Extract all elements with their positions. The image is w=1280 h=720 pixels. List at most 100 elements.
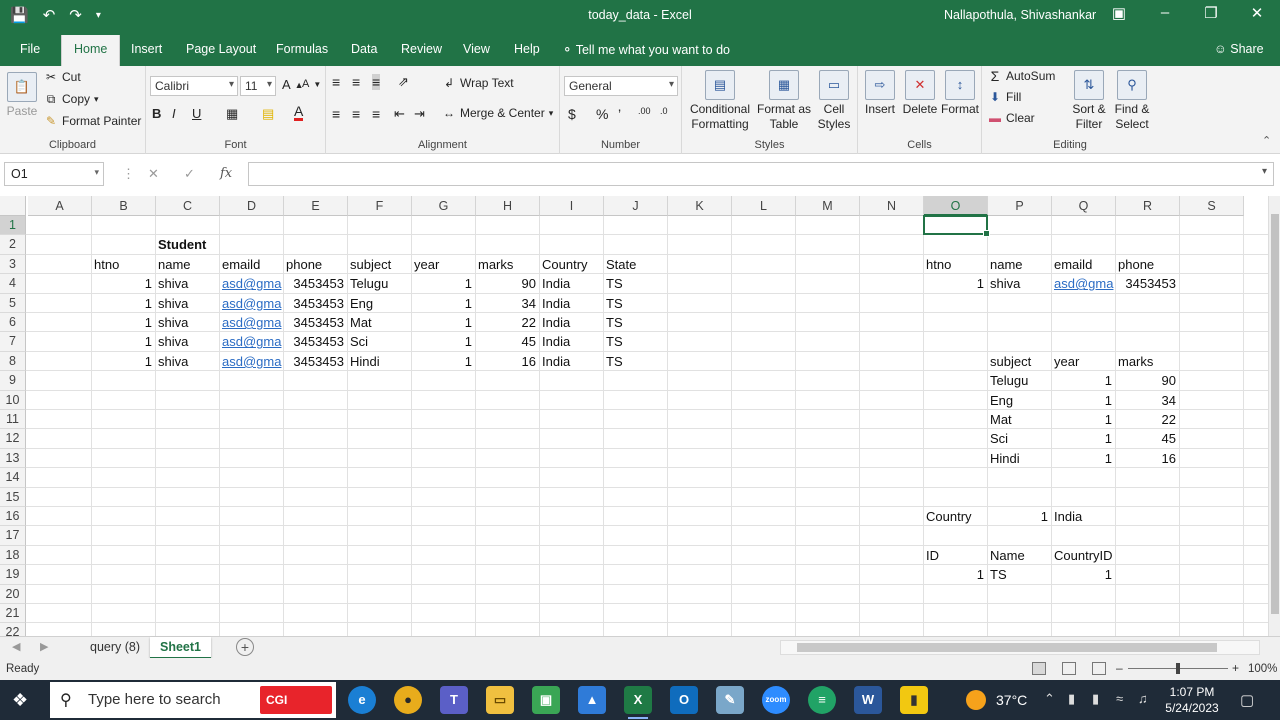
align-center-icon[interactable]: ≡ [352,106,360,122]
cell-f4[interactable]: Telugu [348,274,411,293]
paste-button[interactable]: 📋 Paste [4,68,40,119]
column-header-p[interactable]: P [988,196,1052,216]
notepad-icon[interactable]: ✎ [716,686,744,714]
cell-q19[interactable]: 1 [1052,565,1115,584]
tab-data[interactable]: Data [351,42,377,56]
chat-app-icon[interactable]: ≡ [808,686,836,714]
cell-r13[interactable]: 16 [1116,449,1179,468]
bottom-align-icon[interactable]: ≡ [372,74,381,90]
cell-o19[interactable]: 1 [924,565,987,584]
cell-q3[interactable]: emaild [1052,255,1115,274]
column-header-k[interactable]: K [668,196,732,216]
cell-r10[interactable]: 34 [1116,391,1179,410]
cell-e3[interactable]: phone [284,255,347,274]
save-icon[interactable]: 💾 [10,6,29,24]
wifi-icon[interactable]: ≈ [1116,691,1123,706]
edge-icon[interactable]: e [348,686,376,714]
font-color-icon[interactable]: A [294,104,304,121]
cell-h3[interactable]: marks [476,255,539,274]
cell-g5[interactable]: 1 [412,294,475,313]
cell-h6[interactable]: 22 [476,313,539,332]
tell-me-box[interactable]: ⚬ Tell me what you want to do [562,42,730,57]
decrease-decimal-icon[interactable]: .0 [660,106,668,116]
currency-icon[interactable]: $ [568,106,576,122]
excel-taskbar-icon[interactable]: X [624,686,652,719]
font-name-combo[interactable]: Calibri [150,76,238,96]
minimize-icon[interactable]: – [1150,4,1180,21]
cell-g6[interactable]: 1 [412,313,475,332]
cell-p3[interactable]: name [988,255,1051,274]
chrome-icon[interactable]: ● [394,686,422,714]
row-header-19[interactable]: 19 [0,565,26,585]
column-header-q[interactable]: Q [1052,196,1116,216]
cell-p4[interactable]: shiva [988,274,1051,293]
cell-h8[interactable]: 16 [476,352,539,371]
delete-cells-button[interactable]: ✕ Delete [900,66,940,117]
maximize-icon[interactable]: ❐ [1196,4,1226,22]
row-header-12[interactable]: 12 [0,429,26,449]
shrink-font-icon[interactable]: A ▼ [302,78,321,90]
photos-icon[interactable]: ▲ [578,686,606,714]
borders-icon[interactable]: ▦ [226,106,238,122]
tab-help[interactable]: Help [514,42,540,56]
taskbar-search[interactable]: ⚲ Type here to search CGI [50,682,336,718]
cell-e7[interactable]: 3453453 [284,332,347,351]
cell-e8[interactable]: 3453453 [284,352,347,371]
cell-p9[interactable]: Telugu [988,371,1051,390]
row-header-20[interactable]: 20 [0,584,26,604]
name-box[interactable]: O1 [4,162,104,186]
cell-b8[interactable]: 1 [92,352,155,371]
cell-e4[interactable]: 3453453 [284,274,347,293]
fill-button[interactable]: ⬇ Fill [988,90,1021,104]
row-header-9[interactable]: 9 [0,371,26,391]
outlook-icon[interactable]: O [670,686,698,714]
taskbar-clock[interactable]: 1:07 PM 5/24/2023 [1160,684,1224,716]
cell-p19[interactable]: TS [988,565,1051,584]
cell-i3[interactable]: Country [540,255,603,274]
cell-d6[interactable]: asd@gma [220,313,283,332]
share-button[interactable]: ☺ Share [1214,42,1264,56]
expand-formula-icon[interactable]: ▾ [1262,166,1267,177]
row-header-22[interactable]: 22 [0,623,26,636]
column-header-l[interactable]: L [732,196,796,216]
top-align-icon[interactable]: ≡ [332,74,340,90]
cell-d4[interactable]: asd@gma [220,274,283,293]
row-header-8[interactable]: 8 [0,351,26,372]
cell-b6[interactable]: 1 [92,313,155,332]
row-header-17[interactable]: 17 [0,526,26,546]
cell-j4[interactable]: TS [604,274,667,293]
power-bi-icon[interactable]: ▮ [900,686,928,714]
row-header-18[interactable]: 18 [0,545,26,566]
column-header-e[interactable]: E [284,196,348,216]
cell-d7[interactable]: asd@gma [220,332,283,351]
remote-desktop-icon[interactable]: ▣ [532,686,560,714]
cell-f8[interactable]: Hindi [348,352,411,371]
cell-r11[interactable]: 22 [1116,410,1179,429]
autosum-button[interactable]: Σ AutoSum [988,69,1056,83]
cell-styles-button[interactable]: ▭ Cell Styles [812,66,856,132]
normal-view-icon[interactable] [1032,662,1046,675]
cell-e5[interactable]: 3453453 [284,294,347,313]
zoom-icon[interactable]: zoom [762,686,790,714]
row-header-6[interactable]: 6 [0,313,26,333]
cell-i8[interactable]: India [540,352,603,371]
column-header-h[interactable]: H [476,196,540,216]
column-header-g[interactable]: G [412,196,476,216]
merge-center-button[interactable]: ↔ Merge & Center ▾ [442,106,553,120]
cell-p8[interactable]: subject [988,352,1051,371]
collapse-ribbon-icon[interactable]: ⌃ [1262,134,1271,147]
column-header-n[interactable]: N [860,196,924,216]
cell-f3[interactable]: subject [348,255,411,274]
underline-button[interactable]: U [192,106,201,121]
font-size-combo[interactable]: 11 [240,76,276,96]
zoom-out-icon[interactable]: – [1116,661,1123,675]
cell-r9[interactable]: 90 [1116,371,1179,390]
align-right-icon[interactable]: ≡ [372,106,380,122]
row-header-14[interactable]: 14 [0,468,26,488]
cell-o16[interactable]: Country [924,507,987,526]
comma-icon[interactable]: ’ [618,106,621,122]
cell-e6[interactable]: 3453453 [284,313,347,332]
tab-review[interactable]: Review [401,42,442,56]
cell-p18[interactable]: Name [988,546,1051,565]
cell-i5[interactable]: India [540,294,603,313]
